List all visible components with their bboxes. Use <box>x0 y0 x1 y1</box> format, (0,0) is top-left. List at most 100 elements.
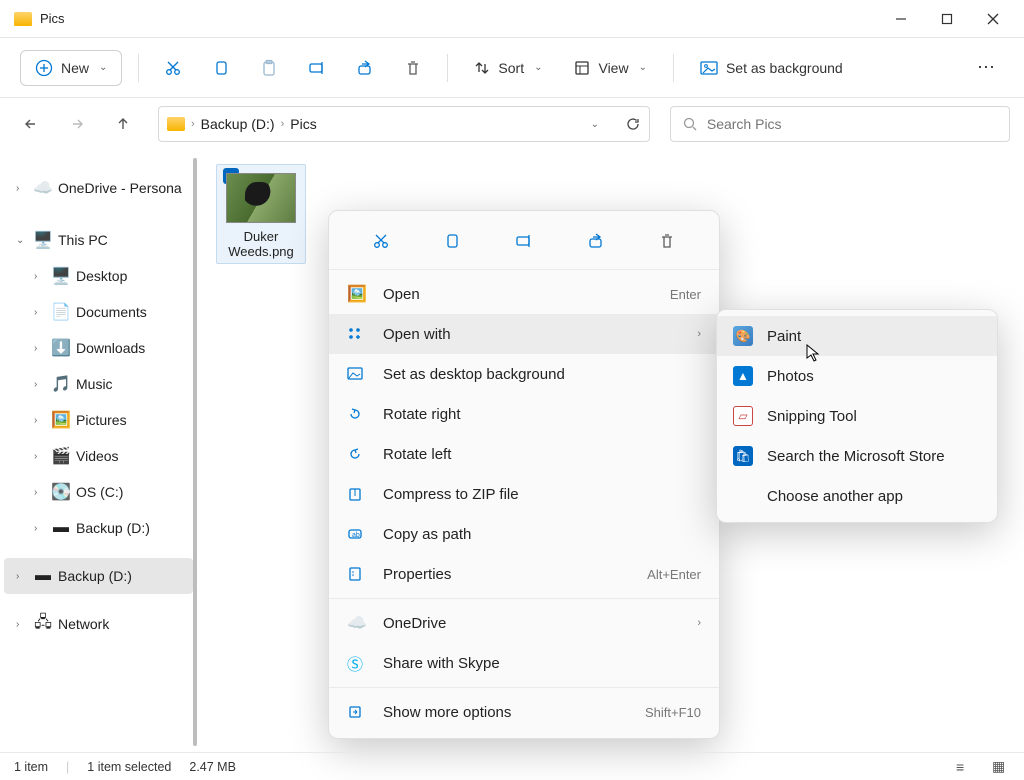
ctx-copy-path[interactable]: abCopy as path <box>329 514 719 554</box>
view-label: View <box>598 60 628 76</box>
rename-button[interactable] <box>299 50 335 86</box>
blank-icon <box>733 486 753 506</box>
status-selection: 1 item selected <box>87 760 171 774</box>
sidebar-divider[interactable] <box>193 158 197 746</box>
sidebar-item-thispc[interactable]: ⌄🖥️This PC <box>4 222 193 258</box>
large-icons-button[interactable]: ▦ <box>992 758 1010 775</box>
properties-icon <box>347 566 367 582</box>
ctx-properties[interactable]: PropertiesAlt+Enter <box>329 554 719 594</box>
share-icon <box>587 232 605 250</box>
ctx-zip[interactable]: Compress to ZIP file <box>329 474 719 514</box>
forward-button[interactable] <box>60 107 94 141</box>
sidebar-item-pictures[interactable]: ›🖼️Pictures <box>4 402 193 438</box>
refresh-icon[interactable] <box>625 116 641 132</box>
breadcrumb-folder[interactable]: Pics <box>290 116 316 132</box>
breadcrumb[interactable]: › Backup (D:) › Pics ⌄ <box>158 106 650 142</box>
share-button[interactable] <box>347 50 383 86</box>
more-icon <box>347 704 367 720</box>
sub-paint[interactable]: 🎨Paint <box>717 316 997 356</box>
sidebar-item-backupd[interactable]: ›▬Backup (D:) <box>4 510 193 546</box>
minimize-button[interactable] <box>878 3 924 35</box>
nav-row: › Backup (D:) › Pics ⌄ <box>0 98 1024 150</box>
sidebar: ›☁️OneDrive - Persona ⌄🖥️This PC ›🖥️Desk… <box>0 150 198 754</box>
apps-icon <box>347 326 367 342</box>
sidebar-item-videos[interactable]: ›🎬Videos <box>4 438 193 474</box>
view-button[interactable]: View ⌄ <box>564 50 656 86</box>
maximize-icon <box>941 13 953 25</box>
svg-text:ab: ab <box>352 532 360 539</box>
ctx-more-options[interactable]: Show more optionsShift+F10 <box>329 692 719 732</box>
ctx-cut-button[interactable] <box>363 227 399 255</box>
drive-icon: ▬ <box>34 567 52 585</box>
chevron-right-icon: › <box>16 619 28 630</box>
new-button[interactable]: New ⌄ <box>20 50 122 86</box>
ctx-rotate-left[interactable]: Rotate left <box>329 434 719 474</box>
search-box[interactable] <box>670 106 1010 142</box>
chevron-down-icon: ⌄ <box>639 62 647 73</box>
file-item[interactable]: ✓ Duker Weeds.png <box>216 164 306 264</box>
ctx-rotate-right[interactable]: Rotate right <box>329 394 719 434</box>
ctx-skype[interactable]: ⓈShare with Skype <box>329 643 719 683</box>
rename-icon <box>515 232 533 250</box>
sidebar-item-network[interactable]: ›🖧Network <box>4 606 193 642</box>
chevron-right-icon: › <box>34 415 46 426</box>
close-icon <box>987 13 999 25</box>
maximize-button[interactable] <box>924 3 970 35</box>
chevron-right-icon: › <box>34 307 46 318</box>
sub-snipping[interactable]: ▱Snipping Tool <box>717 396 997 436</box>
ctx-copy-button[interactable] <box>434 227 470 255</box>
sidebar-item-backupd-sel[interactable]: ›▬Backup (D:) <box>4 558 193 594</box>
search-icon <box>683 117 697 132</box>
chevron-right-icon: › <box>16 571 28 582</box>
chevron-right-icon: › <box>34 487 46 498</box>
window-title: Pics <box>40 11 878 26</box>
delete-button[interactable] <box>395 50 431 86</box>
drive-icon: ▬ <box>52 519 70 537</box>
ctx-delete-button[interactable] <box>649 227 685 255</box>
sub-choose-app[interactable]: Choose another app <box>717 476 997 516</box>
details-view-button[interactable]: ≡ <box>956 759 974 775</box>
chevron-down-icon[interactable]: ⌄ <box>591 119 599 130</box>
menu-separator <box>329 269 719 270</box>
chevron-right-icon: › <box>191 118 195 130</box>
set-background-button[interactable]: Set as background <box>690 50 853 86</box>
ctx-share-button[interactable] <box>578 227 614 255</box>
sort-button[interactable]: Sort ⌄ <box>464 50 552 86</box>
sub-store[interactable]: 🛍Search the Microsoft Store <box>717 436 997 476</box>
paste-button[interactable] <box>251 50 287 86</box>
more-button[interactable]: ⋯ <box>968 50 1004 86</box>
ctx-open[interactable]: 🖼️OpenEnter <box>329 274 719 314</box>
back-button[interactable] <box>14 107 48 141</box>
up-button[interactable] <box>106 107 140 141</box>
arrow-right-icon <box>69 116 85 132</box>
sidebar-item-onedrive[interactable]: ›☁️OneDrive - Persona <box>4 170 193 206</box>
sidebar-item-music[interactable]: ›🎵Music <box>4 366 193 402</box>
ctx-open-with[interactable]: Open with› <box>329 314 719 354</box>
sub-photos[interactable]: ▲Photos <box>717 356 997 396</box>
arrow-left-icon <box>23 116 39 132</box>
sidebar-item-documents[interactable]: ›📄Documents <box>4 294 193 330</box>
sidebar-item-downloads[interactable]: ›⬇️Downloads <box>4 330 193 366</box>
ctx-rename-button[interactable] <box>506 227 542 255</box>
chevron-right-icon: › <box>697 328 701 340</box>
breadcrumb-drive[interactable]: Backup (D:) <box>201 116 275 132</box>
new-label: New <box>61 60 89 76</box>
status-size: 2.47 MB <box>189 760 236 774</box>
music-icon: 🎵 <box>52 375 70 393</box>
sidebar-item-desktop[interactable]: ›🖥️Desktop <box>4 258 193 294</box>
videos-icon: 🎬 <box>52 447 70 465</box>
cut-button[interactable] <box>155 50 191 86</box>
photos-icon: ▲ <box>733 366 753 386</box>
search-input[interactable] <box>707 116 997 132</box>
copy-button[interactable] <box>203 50 239 86</box>
cloud-icon: ☁️ <box>347 613 367 633</box>
set-bg-label: Set as background <box>726 60 843 76</box>
ctx-set-bg[interactable]: Set as desktop background <box>329 354 719 394</box>
titlebar: Pics <box>0 0 1024 38</box>
picture-icon <box>347 367 367 381</box>
ctx-onedrive[interactable]: ☁️OneDrive› <box>329 603 719 643</box>
copy-icon <box>212 59 230 77</box>
folder-icon <box>14 12 32 26</box>
sidebar-item-osc[interactable]: ›💽OS (C:) <box>4 474 193 510</box>
close-button[interactable] <box>970 3 1016 35</box>
